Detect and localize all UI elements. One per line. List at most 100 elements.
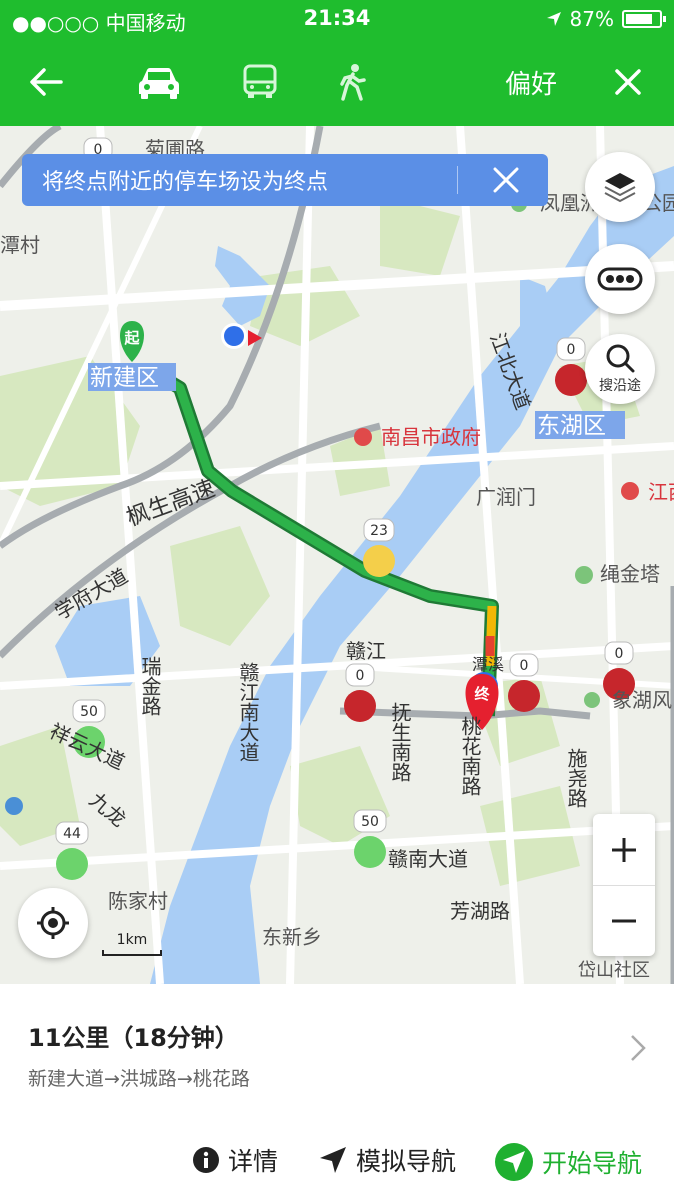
traffic-count: 0 — [567, 342, 576, 358]
map-scale: 1km — [102, 932, 162, 956]
search-along-label: 搜沿途 — [599, 378, 641, 394]
scale-bar — [102, 950, 162, 956]
layers-button[interactable] — [585, 152, 655, 222]
place-label: 陈家村 — [108, 889, 168, 913]
road-label: 赣江南大道 — [236, 662, 260, 762]
close-icon — [493, 167, 519, 193]
details-label: 详情 — [228, 1147, 279, 1176]
action-bar: 详情 模拟导航 开始导航 — [0, 1134, 674, 1186]
route-summary[interactable]: 11公里（18分钟） — [28, 1018, 239, 1053]
slow-face-icon — [363, 545, 395, 577]
preference-button[interactable]: 偏好 — [496, 60, 566, 104]
search-icon — [606, 344, 635, 373]
layers-icon — [604, 173, 636, 203]
place-label: 象湖风 — [612, 688, 672, 712]
traffic-count: 0 — [615, 646, 624, 662]
info-icon — [193, 1147, 219, 1173]
banner-text: 将终点附近的停车场设为终点 — [42, 170, 329, 195]
water-label: 赣江 — [346, 639, 386, 663]
map-canvas[interactable]: 起 终 0 0 23 0 0 0 50 44 50 菊圃路 凤凰洲 公园 潭村 … — [0, 126, 674, 984]
close-icon — [615, 69, 641, 95]
district-label: 东湖区 — [537, 413, 606, 439]
navigation-arrow-icon — [320, 1147, 346, 1173]
government-poi-icon — [354, 428, 372, 446]
chevron-right-icon — [631, 1035, 646, 1061]
metro-poi-icon — [5, 797, 23, 815]
zoom-control — [593, 814, 655, 956]
place-label: 南昌市政府 — [381, 425, 481, 449]
place-label: 东新乡 — [262, 925, 322, 949]
start-navigation-button[interactable]: 开始导航 — [494, 1142, 642, 1182]
end-marker-label: 终 — [474, 685, 490, 703]
status-bar: ●●○○○ 中国移动 21:34 87% — [0, 0, 674, 38]
status-right: 87% — [546, 7, 666, 31]
road-label: 瑞金路 — [138, 656, 162, 716]
route-panel: 11公里（18分钟） 新建大道→洪城路→桃花路 详情 模拟导航 开始导航 — [0, 984, 674, 1200]
place-label: 岱山社区 — [578, 960, 650, 981]
map-view[interactable]: 起 终 0 0 23 0 0 0 50 44 50 菊圃路 凤凰洲 公园 潭村 … — [0, 126, 674, 984]
simulate-label: 模拟导航 — [356, 1147, 457, 1176]
place-label: 潭村 — [0, 233, 40, 257]
road-label: 芳湖路 — [450, 899, 510, 923]
traffic-toggle-button[interactable] — [585, 244, 655, 314]
jam-face-icon — [508, 680, 540, 712]
back-button[interactable] — [22, 60, 70, 104]
traffic-light-icon — [597, 267, 643, 291]
crosshair-icon — [37, 907, 69, 939]
district-label: 新建区 — [90, 365, 159, 391]
road-label: 九龙 — [85, 787, 131, 831]
road-label: 潭溪 — [472, 655, 504, 674]
traffic-count: 0 — [520, 658, 529, 674]
start-label: 开始导航 — [542, 1149, 643, 1178]
jam-face-icon — [344, 690, 376, 722]
clear-face-icon — [354, 836, 386, 868]
zoom-in-button[interactable] — [593, 814, 655, 885]
jam-face-icon — [555, 364, 587, 396]
poi-icon — [621, 482, 639, 500]
road-label: 施尧路 — [564, 748, 588, 808]
route-details-chevron[interactable] — [630, 1034, 646, 1066]
location-arrow-icon — [546, 12, 561, 26]
simulate-navigation-button[interactable]: 模拟导航 — [318, 1142, 456, 1178]
pagoda-poi-icon — [575, 566, 593, 584]
banner-close-button[interactable] — [492, 166, 520, 200]
details-button[interactable]: 详情 — [192, 1142, 278, 1178]
banner-divider — [457, 166, 458, 194]
minus-icon — [612, 919, 636, 923]
route-via: 新建大道→洪城路→桃花路 — [28, 1068, 250, 1090]
mode-walk-button[interactable] — [330, 60, 374, 104]
nav-bar: 偏好 — [0, 38, 674, 126]
locate-me-button[interactable] — [18, 888, 88, 958]
arrow-left-icon — [30, 68, 63, 96]
traffic-count: 50 — [361, 814, 379, 830]
navigation-start-icon — [495, 1143, 533, 1181]
walk-icon — [340, 64, 366, 101]
start-marker[interactable]: 起 — [120, 321, 144, 362]
place-label: 广润门 — [476, 485, 536, 509]
road-label: 赣南大道 — [388, 847, 468, 871]
bus-icon — [243, 64, 277, 98]
zoom-out-button[interactable] — [593, 885, 655, 956]
plus-icon — [612, 837, 636, 862]
battery-icon — [622, 10, 666, 28]
battery-percent: 87% — [569, 7, 614, 31]
place-label: 绳金塔 — [600, 562, 660, 586]
search-along-button[interactable]: 搜沿途 — [585, 334, 655, 404]
car-icon — [139, 68, 179, 99]
mode-bus-button[interactable] — [236, 60, 284, 104]
traffic-count: 44 — [63, 826, 81, 842]
close-button[interactable] — [606, 60, 650, 104]
parking-suggestion-banner[interactable]: 将终点附近的停车场设为终点 — [22, 154, 548, 206]
start-marker-label: 起 — [123, 329, 140, 347]
scale-label: 1km — [116, 932, 148, 948]
place-label: 江西 — [648, 480, 674, 504]
mode-car-button[interactable] — [134, 60, 184, 104]
road-label: 桃花南路 — [458, 716, 482, 796]
top-bar: ●●○○○ 中国移动 21:34 87% 偏好 — [0, 0, 674, 126]
traffic-count: 23 — [370, 523, 388, 539]
clear-face-icon — [56, 848, 88, 880]
park-poi-icon — [584, 692, 600, 708]
traffic-count: 50 — [80, 704, 98, 720]
road-label: 抚生南路 — [388, 702, 412, 782]
traffic-count: 0 — [356, 668, 365, 684]
